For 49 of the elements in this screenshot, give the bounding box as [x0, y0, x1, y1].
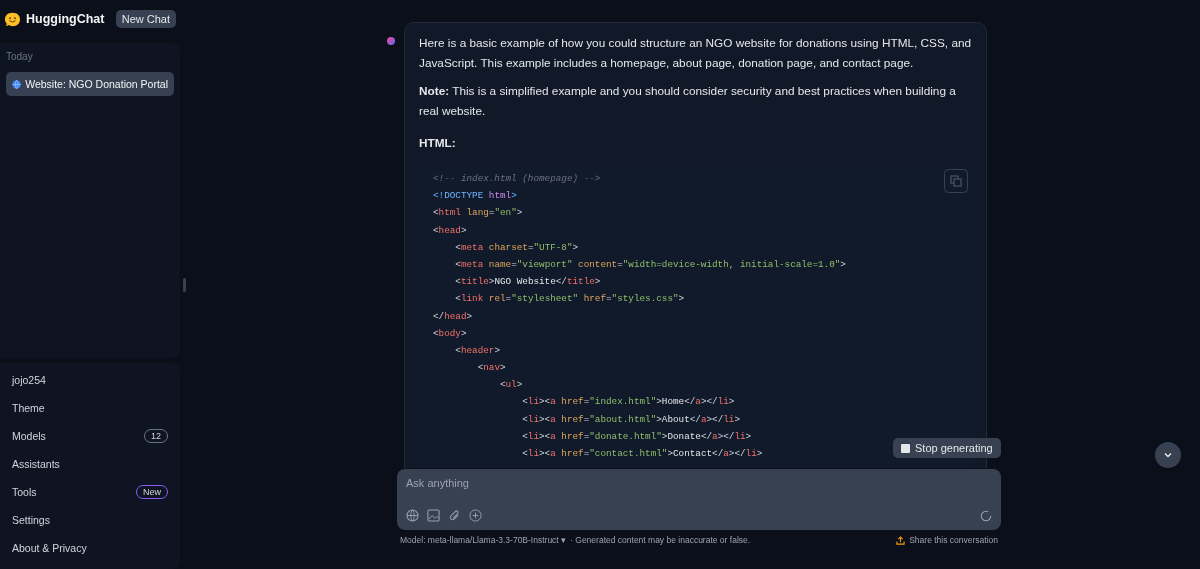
- menu-item[interactable]: Theme: [12, 401, 45, 414]
- code-line: <title>NGO Website</title>: [454, 276, 601, 288]
- app-name[interactable]: HuggingChat: [26, 12, 105, 26]
- scroll-down-button[interactable]: [1155, 442, 1181, 468]
- code-line: <html lang="en">: [433, 207, 523, 219]
- code-line: <li><a href="contact.html">Contact</a></li>: [521, 448, 763, 459]
- paperclip-icon[interactable]: [448, 509, 461, 522]
- menu-item[interactable]: Tools: [12, 485, 37, 498]
- code-line: <nav>: [476, 362, 506, 374]
- loading-icon: [980, 509, 992, 522]
- stop-generating-button[interactable]: Stop generating: [893, 438, 1001, 458]
- smiley-logo-icon: [4, 11, 21, 27]
- disclaimer-text: · Generated content may be inaccurate or false.: [570, 535, 751, 545]
- menu-item[interactable]: Settings: [12, 513, 50, 526]
- model-selector[interactable]: Model: meta-llama/Llama-3.3-70B-Instruct ▾: [400, 535, 567, 545]
- code-line: <!DOCTYPE html>: [433, 190, 517, 202]
- code-line: <meta charset="UTF-8">: [454, 241, 579, 253]
- chat-input[interactable]: Ask anything: [406, 477, 992, 489]
- code-line: <li><a href="donate.html">Donate</a></li>: [521, 430, 752, 442]
- conversation-item[interactable]: Website: NGO Donation Portal: [6, 72, 174, 96]
- new-chat-button[interactable]: New Chat: [115, 10, 176, 28]
- share-icon: [896, 535, 906, 545]
- assistant-avatar-icon: [387, 37, 395, 45]
- share-link[interactable]: Share this conversation: [896, 535, 998, 545]
- code-line: <!-- index.html (homepage) -->: [433, 173, 601, 184]
- code-line: <meta name="viewport" content="width=device-width, initial-scale=1.0">: [454, 258, 846, 270]
- group-label: Today: [6, 51, 34, 62]
- globe-icon[interactable]: [406, 509, 419, 522]
- message-paragraph: Note: This is a simplified example and you should consider security and best practices when building a real website.: [419, 83, 957, 120]
- code-line: <link rel="stylesheet" href="styles.css">: [454, 293, 685, 305]
- plus-icon[interactable]: [469, 509, 482, 522]
- message-paragraph: Here is a basic example of how you could structure an NGO website for donations using HTML, CSS, and JavaScript. This example includes a homepage, about page, donation page, and contact page.: [419, 35, 972, 72]
- code-line: <header>: [454, 344, 500, 356]
- image-icon[interactable]: [427, 509, 440, 522]
- code-line: <body>: [433, 327, 467, 339]
- code-line: <li><a href="about.html">About</a></li>: [521, 413, 740, 425]
- resize-handle[interactable]: [183, 278, 186, 292]
- copy-icon[interactable]: [944, 169, 968, 193]
- code-line: </head>: [433, 310, 473, 322]
- stop-icon: [901, 443, 910, 453]
- section-heading: HTML:: [419, 135, 457, 152]
- globe-icon: [12, 78, 22, 90]
- menu-item[interactable]: Models: [12, 429, 46, 442]
- code-line: <head>: [433, 224, 467, 236]
- menu-item[interactable]: Assistants: [12, 457, 60, 470]
- code-line: <ul>: [498, 379, 523, 391]
- username[interactable]: jojo254: [12, 370, 168, 389]
- menu-item[interactable]: About & Privacy: [12, 541, 87, 554]
- code-line: <li><a href="index.html">Home</a></li>: [521, 396, 735, 408]
